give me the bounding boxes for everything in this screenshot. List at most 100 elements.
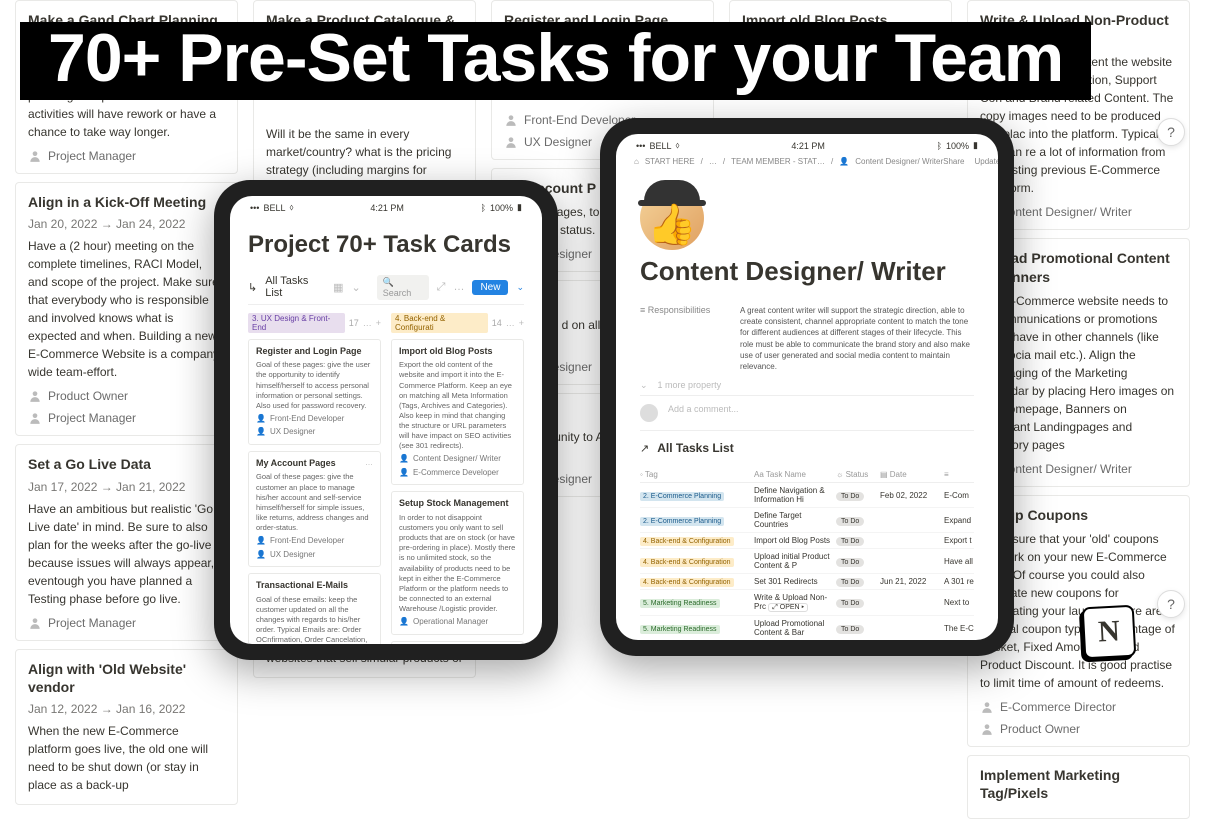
card[interactable]: Align in a Kick-Off Meeting Jan 20, 2022… bbox=[15, 182, 238, 436]
grid-icon[interactable]: ▦ bbox=[333, 281, 343, 294]
row-end: E-Com bbox=[944, 491, 974, 500]
row-name[interactable]: Upload initial Product Content & P bbox=[754, 552, 832, 570]
chevron-icon[interactable]: ↗ bbox=[640, 442, 649, 455]
view-tab[interactable]: All Tasks List bbox=[265, 275, 325, 299]
row-end: Next to bbox=[944, 598, 974, 607]
chevron-down-icon[interactable]: ⌄ bbox=[352, 281, 361, 294]
new-button[interactable]: New bbox=[472, 280, 508, 295]
status-pill[interactable]: To Do bbox=[836, 558, 864, 567]
status-pill[interactable]: To Do bbox=[836, 492, 864, 501]
ipad-large: •••BELL⬨ 4:21 PM ᛒ100%▮ ⌂ START HERE / …… bbox=[600, 118, 1014, 656]
clock: 4:21 PM bbox=[791, 141, 825, 151]
table-row[interactable]: 5. Marketing Readiness Upload Promotional… bbox=[640, 616, 974, 640]
view-tab[interactable]: All Tasks List bbox=[657, 441, 733, 455]
group-tag[interactable]: 4. Back-end & Configurati bbox=[391, 313, 488, 333]
chevron-down-icon[interactable]: ↳ bbox=[248, 281, 257, 294]
th-tag[interactable]: Tag bbox=[645, 470, 658, 479]
status-bar: •••BELL⬨ 4:21 PM ᛒ100%▮ bbox=[616, 134, 998, 153]
card-role: Project Manager bbox=[28, 149, 225, 163]
more-icon[interactable]: … bbox=[453, 281, 464, 293]
crumb[interactable]: Content Designer/ Writer bbox=[855, 157, 943, 166]
mini-title: My Account Pages bbox=[256, 458, 336, 470]
home-icon[interactable]: ⌂ bbox=[634, 157, 639, 166]
mini-body: Export the old content of the website an… bbox=[399, 360, 516, 451]
th-name[interactable]: Task Name bbox=[766, 470, 806, 479]
role-label: Product Owner bbox=[1000, 722, 1080, 736]
mini-card[interactable]: Import old Blog Posts Export the old con… bbox=[391, 339, 524, 486]
share-button[interactable]: Share bbox=[943, 157, 964, 166]
mini-title: Setup Stock Management bbox=[399, 498, 516, 510]
breadcrumb[interactable]: ⌂ START HERE / … / TEAM MEMBER - STAT… /… bbox=[634, 157, 943, 166]
row-name[interactable]: Upload Promotional Content & Bar bbox=[754, 619, 832, 637]
dropdown-icon[interactable]: ⌄ bbox=[516, 282, 524, 293]
hero-banner: 70+ Pre-Set Tasks for your Team bbox=[20, 22, 1091, 100]
more-icon[interactable]: … bbox=[365, 458, 373, 473]
row-name[interactable]: Import old Blog Posts bbox=[754, 536, 832, 545]
status-pill[interactable]: To Do bbox=[836, 517, 864, 526]
prop-value[interactable]: A great content writer will support the … bbox=[740, 305, 974, 372]
more-icon[interactable]: … bbox=[506, 318, 515, 328]
more-properties[interactable]: 1 more property bbox=[658, 380, 722, 390]
card-body: When the new E-Commerce platform goes li… bbox=[28, 722, 225, 794]
help-button[interactable]: ? bbox=[1157, 118, 1185, 146]
row-tag: 4. Back-end & Configuration bbox=[640, 558, 734, 567]
add-icon[interactable]: + bbox=[376, 318, 381, 328]
card-body: Have a (2 hour) meeting on the complete … bbox=[28, 237, 225, 381]
table-row[interactable]: 2. E-Commerce PlanningDefine Target Coun… bbox=[640, 508, 974, 533]
row-name[interactable]: Write & Upload Non-Prc ⤢ OPEN ▸ bbox=[754, 593, 832, 612]
status-pill[interactable]: To Do bbox=[836, 537, 864, 546]
person-icon: 👤 bbox=[399, 617, 409, 627]
crumb[interactable]: START HERE bbox=[645, 157, 695, 166]
row-name[interactable]: Define Target Countries bbox=[754, 511, 832, 529]
page-title: Project 70+ Task Cards bbox=[248, 231, 524, 259]
updates-button[interactable]: Updates bbox=[975, 157, 999, 166]
expand-icon[interactable]: ⤢ bbox=[437, 281, 446, 294]
mini-body: Goal of these emails: keep the customer … bbox=[256, 595, 373, 644]
card[interactable]: Align with 'Old Website' vendor Jan 12, … bbox=[15, 649, 238, 805]
add-icon[interactable]: + bbox=[519, 318, 524, 328]
row-tag: 5. Marketing Readiness bbox=[640, 625, 720, 634]
th-date[interactable]: Date bbox=[890, 470, 907, 479]
mini-card[interactable]: Define SKU Rules for Product Catalogue bbox=[391, 641, 524, 644]
card-title: Set a Go Live Data bbox=[28, 455, 225, 473]
table-row[interactable]: 4. Back-end & ConfigurationSet 301 Redir… bbox=[640, 574, 974, 590]
card-role: E-Commerce Director bbox=[980, 700, 1177, 714]
status-pill[interactable]: To Do bbox=[836, 578, 864, 587]
card[interactable]: Implement Marketing Tag/Pixels bbox=[967, 755, 1190, 819]
group-tag[interactable]: 3. UX Design & Front-End bbox=[248, 313, 345, 333]
mini-card[interactable]: Setup Stock Management In order to not d… bbox=[391, 491, 524, 634]
mini-body: Goal of these pages: give the user the o… bbox=[256, 360, 373, 411]
comment-input[interactable]: Add a comment... bbox=[668, 404, 739, 414]
table-row[interactable]: 2. E-Commerce PlanningDefine Navigation … bbox=[640, 483, 974, 508]
signal-icon: ••• bbox=[636, 141, 645, 151]
crumb[interactable]: TEAM MEMBER - STAT… bbox=[731, 157, 825, 166]
table-row[interactable]: 4. Back-end & Configuration Upload initia… bbox=[640, 549, 974, 574]
person-icon: 👤 bbox=[256, 550, 266, 560]
help-button[interactable]: ? bbox=[1157, 590, 1185, 618]
mini-card[interactable]: My Account Pages… Goal of these pages: g… bbox=[248, 451, 381, 567]
role-label: Operational Manager bbox=[413, 617, 488, 627]
status-bar: •••BELL⬨ 4:21 PM ᛒ100%▮ bbox=[230, 196, 542, 215]
more-icon[interactable]: … bbox=[363, 318, 372, 328]
table-header: ◦ Tag Aa Task Name ☼ Status ▤ Date ≡ bbox=[640, 467, 974, 483]
row-name[interactable]: Set 301 Redirects bbox=[754, 577, 832, 586]
battery-pct: 100% bbox=[490, 203, 513, 213]
mini-card[interactable]: Transactional E-Mails Goal of these emai… bbox=[248, 573, 381, 644]
chevron-down-icon[interactable]: ⌄ bbox=[640, 380, 648, 391]
open-badge[interactable]: ⤢ OPEN ▸ bbox=[768, 603, 808, 612]
role-label: Project Manager bbox=[48, 616, 136, 630]
person-icon: 👤 bbox=[256, 536, 266, 546]
group-count: 14 bbox=[492, 318, 502, 328]
card[interactable]: Set a Go Live Data Jan 17, 2022 → Jan 21… bbox=[15, 444, 238, 640]
search-input[interactable]: 🔍 Search bbox=[377, 275, 429, 300]
row-end: Export t bbox=[944, 536, 974, 545]
th-status[interactable]: Status bbox=[846, 470, 869, 479]
mini-card[interactable]: Register and Login Page Goal of these pa… bbox=[248, 339, 381, 445]
status-pill[interactable]: To Do bbox=[836, 599, 864, 608]
card-role: Project Manager bbox=[28, 616, 225, 630]
table-row[interactable]: 4. Back-end & ConfigurationImport old Bl… bbox=[640, 533, 974, 549]
crumb[interactable]: … bbox=[709, 157, 717, 166]
row-name[interactable]: Define Navigation & Information Hi bbox=[754, 486, 832, 504]
table-row[interactable]: 5. Marketing ReadinessWrite & Upload Non… bbox=[640, 590, 974, 616]
status-pill[interactable]: To Do bbox=[836, 625, 864, 634]
